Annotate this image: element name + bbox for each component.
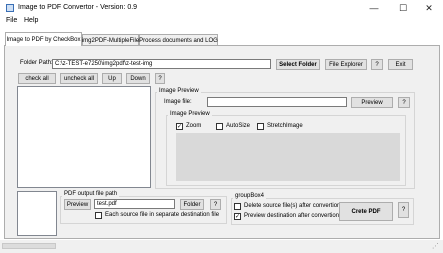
maximize-button[interactable]: ☐ [390,1,416,15]
folder-help-button[interactable]: ? [371,59,383,70]
image-preview-inner-title: Image Preview [168,111,212,117]
image-preview-group-title: Image Preview [157,88,201,94]
zoom-checkbox[interactable]: ✓ [176,123,183,130]
image-preview-button[interactable]: Preview [351,97,393,108]
file-checklist[interactable] [17,86,151,188]
menu-help[interactable]: Help [22,17,40,24]
up-button[interactable]: Up [102,73,122,84]
preview-destination-checkbox[interactable]: ✓ [234,213,241,220]
horizontal-scrollbar[interactable] [2,243,56,249]
tab-image-to-pdf-by-checkbox[interactable]: Image to PDF by CheckBox [5,32,82,46]
close-button[interactable]: ✕ [416,1,442,15]
preview-destination-label: Preview destination after convertion [244,213,340,219]
folder-path-label: Folder Path: [20,60,53,66]
checkmark-icon: ✓ [234,213,241,220]
select-folder-button[interactable]: Select Folder [276,59,320,70]
exit-button[interactable]: Exit [388,59,413,70]
stretchimage-checkbox[interactable] [257,123,264,130]
delete-source-label: Delete source file(s) after convertion [244,203,341,209]
delete-source-checkbox[interactable] [234,203,241,210]
separate-file-checkbox[interactable] [95,212,102,219]
autosize-label: AutoSize [226,123,251,129]
create-help-button[interactable]: ? [398,202,409,218]
minimize-icon: — [369,3,379,13]
pdf-output-group-title: PDF output file path [62,191,120,197]
minimize-button[interactable]: — [361,1,387,15]
menu-file[interactable]: File [4,17,19,24]
groupbox4-title: groupBox4 [233,193,267,199]
file-explorer-button[interactable]: File Explorer [325,59,367,70]
image-help-button[interactable]: ? [398,97,410,108]
app-icon [6,4,14,12]
folder-path-input[interactable]: C:\z-TEST-e7250\img2pdf\z-test-img [52,59,271,69]
image-file-input[interactable] [207,97,347,107]
pdf-folder-button[interactable]: Folder [180,199,204,210]
create-pdf-button[interactable]: Crete PDF [339,202,393,221]
maximize-icon: ☐ [398,2,408,13]
pdf-preview-button[interactable]: Preview [64,199,91,210]
check-all-button[interactable]: check all [18,73,56,84]
zoom-label: Zoom [186,123,202,129]
list-help-button[interactable]: ? [155,73,165,84]
close-icon: ✕ [425,2,433,13]
image-preview-area [176,133,400,181]
separate-file-label: Each source file in separate destination… [105,212,220,218]
image-file-label: Image file: [164,99,192,105]
window-title: Image to PDF Convertor - Version: 0.9 [18,4,138,11]
thumbnail-box [17,191,57,236]
status-bar [0,240,443,253]
stretchimage-label: StretchImage [267,123,303,129]
checkmark-icon: ✓ [176,123,183,130]
pdf-help-button[interactable]: ? [210,199,221,210]
autosize-checkbox[interactable] [216,123,223,130]
pdf-file-input[interactable]: test.pdf [94,199,175,209]
menu-bar [0,16,443,28]
resize-grip-icon[interactable]: ⋰ [432,242,439,250]
uncheck-all-button[interactable]: uncheck all [60,73,98,84]
down-button[interactable]: Down [126,73,150,84]
